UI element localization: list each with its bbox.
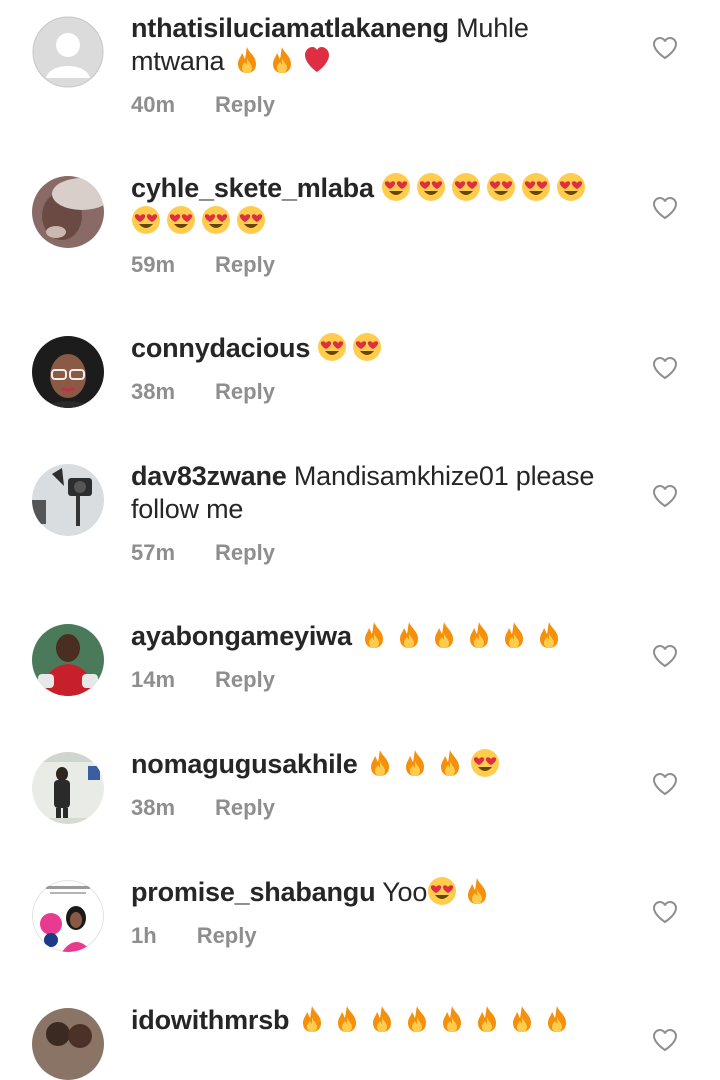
comment-time: 1h: [131, 923, 157, 948]
avatar-photo[interactable]: [32, 336, 104, 408]
comment-body: [352, 621, 359, 651]
fire-emoji-icon: [297, 1004, 327, 1034]
comment-username[interactable]: promise_shabangu: [131, 877, 376, 907]
comment-time: 40m: [131, 92, 176, 117]
fire-emoji-icon: [507, 1004, 537, 1034]
reply-button[interactable]: Reply: [215, 795, 275, 821]
heart-eyes-emoji-icon: [381, 172, 411, 202]
comment-body: [310, 333, 317, 363]
comment-meta: 59m Reply: [131, 252, 275, 278]
comment-time: 38m: [131, 379, 176, 404]
avatar-photo[interactable]: [32, 1008, 104, 1080]
comment-time: 59m: [131, 252, 176, 277]
comment-username[interactable]: cyhle_skete_mlaba: [131, 173, 374, 203]
fire-emoji-icon: [429, 620, 459, 650]
fire-emoji-icon: [359, 620, 389, 650]
fire-emoji-icon: [232, 45, 262, 75]
comment-text: nomagugusakhile: [131, 748, 621, 781]
reply-button[interactable]: Reply: [215, 252, 275, 278]
heart-eyes-emoji-icon: [201, 205, 231, 235]
like-heart-icon[interactable]: [652, 484, 678, 508]
comment-username[interactable]: dav83zwane: [131, 461, 287, 491]
heart-eyes-emoji-icon: [236, 205, 266, 235]
comment-meta: 40m Reply: [131, 92, 275, 118]
fire-emoji-icon: [499, 620, 529, 650]
avatar-photo[interactable]: [32, 176, 104, 248]
heart-eyes-emoji-icon: [427, 876, 457, 906]
avatar-default[interactable]: [32, 16, 104, 88]
comment-text: ayabongameyiwa: [131, 620, 621, 653]
comment-text: cyhle_skete_mlaba: [131, 172, 621, 238]
comment-meta: 38m Reply: [131, 379, 275, 405]
like-heart-icon[interactable]: [652, 900, 678, 924]
avatar-photo[interactable]: [32, 752, 104, 824]
fire-emoji-icon: [462, 876, 492, 906]
reply-button[interactable]: Reply: [215, 379, 275, 405]
reply-button[interactable]: Reply: [215, 92, 275, 118]
comment-time: 38m: [131, 795, 176, 820]
fire-emoji-icon: [367, 1004, 397, 1034]
comment-body: Yoo: [375, 877, 428, 907]
heart-eyes-emoji-icon: [556, 172, 586, 202]
comment-text: promise_shabangu Yoo: [131, 876, 621, 909]
like-heart-icon[interactable]: [652, 772, 678, 796]
comment-meta: 57m Reply: [131, 540, 275, 566]
heart-eyes-emoji-icon: [317, 332, 347, 362]
avatar-photo[interactable]: [32, 464, 104, 536]
heart-eyes-emoji-icon: [416, 172, 446, 202]
heart-eyes-emoji-icon: [451, 172, 481, 202]
fire-emoji-icon: [435, 748, 465, 778]
fire-emoji-icon: [472, 1004, 502, 1034]
comment-meta: 38m Reply: [131, 795, 275, 821]
fire-emoji-icon: [402, 1004, 432, 1034]
fire-emoji-icon: [365, 748, 395, 778]
heart-eyes-emoji-icon: [352, 332, 382, 362]
comment-text: idowithmrsb: [131, 1004, 621, 1037]
comment-meta: 14m Reply: [131, 667, 275, 693]
comment-body: [289, 1005, 296, 1035]
comment-text: connydacious: [131, 332, 621, 365]
comment-body: [374, 173, 381, 203]
avatar-photo[interactable]: [32, 624, 104, 696]
heart-eyes-emoji-icon: [131, 205, 161, 235]
comment-username[interactable]: nomagugusakhile: [131, 749, 358, 779]
heart-eyes-emoji-icon: [470, 748, 500, 778]
comment-body: [358, 749, 365, 779]
reply-button[interactable]: Reply: [197, 923, 257, 949]
like-heart-icon[interactable]: [652, 196, 678, 220]
comment-username[interactable]: ayabongameyiwa: [131, 621, 352, 651]
reply-button[interactable]: Reply: [215, 540, 275, 566]
fire-emoji-icon: [394, 620, 424, 650]
avatar-photo[interactable]: [32, 880, 104, 952]
like-heart-icon[interactable]: [652, 644, 678, 668]
fire-emoji-icon: [534, 620, 564, 650]
comment-text: dav83zwane Mandisamkhize01 please follow…: [131, 460, 621, 526]
comment-time: 57m: [131, 540, 176, 565]
fire-emoji-icon: [437, 1004, 467, 1034]
fire-emoji-icon: [400, 748, 430, 778]
red-heart-emoji-icon: [302, 45, 332, 75]
comment-username[interactable]: nthatisiluciamatlakaneng: [131, 13, 449, 43]
comment-text: nthatisiluciamatlakaneng Muhle mtwana: [131, 12, 621, 78]
heart-eyes-emoji-icon: [486, 172, 516, 202]
fire-emoji-icon: [464, 620, 494, 650]
comment-username[interactable]: idowithmrsb: [131, 1005, 290, 1035]
fire-emoji-icon: [542, 1004, 572, 1034]
fire-emoji-icon: [267, 45, 297, 75]
fire-emoji-icon: [332, 1004, 362, 1034]
comment-username[interactable]: connydacious: [131, 333, 310, 363]
like-heart-icon[interactable]: [652, 36, 678, 60]
like-heart-icon[interactable]: [652, 1028, 678, 1052]
like-heart-icon[interactable]: [652, 356, 678, 380]
comment-time: 14m: [131, 667, 176, 692]
heart-eyes-emoji-icon: [521, 172, 551, 202]
reply-button[interactable]: Reply: [215, 667, 275, 693]
heart-eyes-emoji-icon: [166, 205, 196, 235]
comment-meta: 1h Reply: [131, 923, 257, 949]
